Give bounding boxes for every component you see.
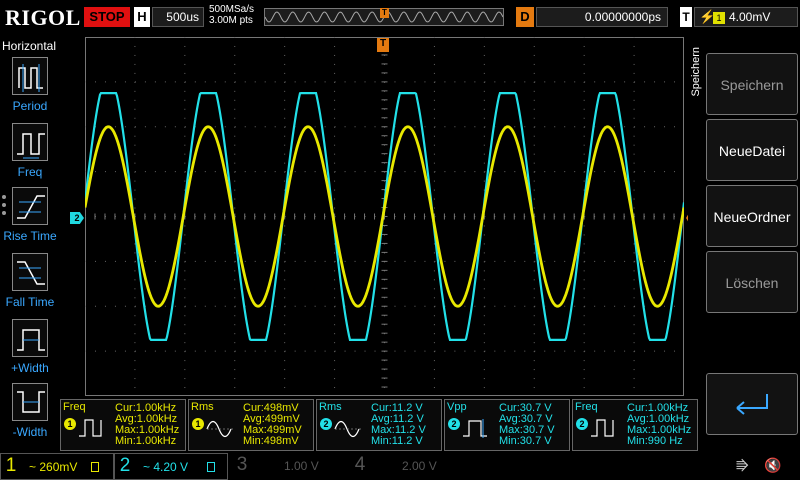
trigger-position-marker[interactable]: T: [377, 38, 389, 52]
channel-badge: 2: [576, 418, 588, 430]
vpp-icon: [463, 419, 487, 438]
measurement-name: Vpp: [447, 401, 467, 413]
measure-rise-time-button[interactable]: Rise Time: [0, 187, 60, 249]
trigger-level: 4.00mV: [729, 10, 771, 24]
measurement-name: Freq: [63, 401, 86, 413]
measurement-name: Rms: [319, 401, 342, 413]
sample-rate: 500MSa/s: [209, 4, 255, 15]
channel-badge: 1: [64, 418, 76, 430]
rms-icon: [206, 420, 235, 438]
channel-status-bar: 1 ~ 260mV 2 ~ 4.20 V 3 1.00 V 4 2.00 V ⭆…: [0, 453, 800, 480]
memory-depth: 3.00M pts: [209, 15, 253, 26]
measurement-min: Min:498mV: [243, 435, 299, 447]
channel-4-status[interactable]: 4 2.00 V: [350, 453, 464, 480]
positive-width-label: +Width: [11, 361, 49, 375]
negative-width-icon: [12, 383, 48, 421]
bandwidth-limit-icon: [91, 462, 99, 472]
fall-time-label: Fall Time: [5, 295, 55, 309]
channel-scale: 2.00 V: [402, 459, 437, 473]
negative-width-label: -Width: [12, 425, 48, 439]
channel-scale: ~ 4.20 V: [143, 460, 189, 474]
usb-icon: ⭆: [736, 458, 749, 474]
measurement-ch2-vpp[interactable]: Vpp 2 Cur:30.7 V Avg:30.7 V Max:30.7 V M…: [444, 399, 570, 451]
waveform-display[interactable]: [85, 37, 684, 396]
measurement-ch1-freq[interactable]: Freq 1 Cur:1.00kHz Avg:1.00kHz Max:1.00k…: [60, 399, 186, 451]
delete-button[interactable]: Löschen: [706, 251, 798, 313]
channel-scale: 1.00 V: [284, 459, 319, 473]
new-folder-button[interactable]: NeueOrdner: [706, 185, 798, 247]
enter-button[interactable]: [706, 373, 798, 435]
measure-period-button[interactable]: Period: [0, 57, 60, 119]
frequency-icon: [12, 123, 48, 161]
channel-scale: ~ 260mV: [29, 460, 78, 474]
channel-number: 4: [354, 454, 366, 475]
run-stop-indicator[interactable]: STOP: [84, 7, 130, 27]
measure-freq-button[interactable]: Freq: [0, 123, 60, 185]
measurement-readouts: Freq 1 Cur:1.00kHz Avg:1.00kHz Max:1.00k…: [60, 397, 700, 452]
measurement-ch2-rms[interactable]: Rms 2 Cur:11.2 V Avg:11.2 V Max:11.2 V M…: [316, 399, 442, 451]
channel-2-status[interactable]: 2 ~ 4.20 V: [114, 453, 228, 480]
measure-negative-width-button[interactable]: -Width: [0, 383, 60, 445]
rise-time-label: Rise Time: [3, 229, 57, 243]
channel-3-status[interactable]: 3 1.00 V: [232, 453, 346, 480]
measure-positive-width-button[interactable]: +Width: [0, 319, 60, 381]
channel-2-offset-marker[interactable]: 2: [70, 212, 84, 224]
measurement-ch2-freq[interactable]: Freq 2 Cur:1.00kHz Avg:1.00kHz Max:1.00k…: [572, 399, 698, 451]
save-menu-title: Speichern: [690, 47, 702, 97]
horizontal-label: H: [134, 7, 150, 27]
speaker-mute-icon[interactable]: 🔇: [764, 457, 781, 474]
top-status-bar: RIGOL STOP H 500us 500MSa/s 3.00M pts T …: [0, 0, 800, 36]
trigger-source-badge: 1: [713, 11, 725, 24]
channel-badge: 2: [448, 418, 460, 430]
channel-2-waveform: [85, 91, 684, 341]
measurement-min: Min:990 Hz: [627, 435, 683, 447]
enter-return-icon: [736, 394, 768, 415]
period-label: Period: [12, 99, 48, 113]
fall-time-icon: [12, 253, 48, 291]
rigol-logo: RIGOL: [5, 5, 81, 30]
channel-number: 3: [236, 454, 248, 475]
save-menu: Speichern Speichern NeueDatei NeueOrdner…: [688, 37, 800, 450]
channel-1-status[interactable]: 1 ~ 260mV: [0, 453, 114, 480]
channel-badge: 2: [320, 418, 332, 430]
measurement-min: Min:30.7 V: [499, 435, 552, 447]
measurement-min: Min:1.00kHz: [115, 435, 177, 447]
channel-number: 2: [119, 455, 131, 476]
measurement-name: Rms: [191, 401, 214, 413]
save-button[interactable]: Speichern: [706, 53, 798, 115]
delay-value[interactable]: 0.00000000ps: [536, 7, 668, 27]
channel-number: 1: [5, 455, 17, 476]
waveform-traces: [85, 91, 684, 341]
frequency-icon: [79, 419, 102, 437]
period-icon: [12, 57, 48, 95]
measurement-ch1-rms[interactable]: Rms 1 Cur:498mV Avg:499mV Max:499mV Min:…: [188, 399, 314, 451]
memory-trigger-marker: T: [380, 8, 389, 18]
acquisition-info: 500MSa/s 3.00M pts: [209, 4, 254, 26]
trigger-label: T: [680, 7, 692, 27]
positive-width-icon: [12, 319, 48, 357]
rise-time-icon: [12, 187, 48, 225]
new-file-button[interactable]: NeueDatei: [706, 119, 798, 181]
measurement-name: Freq: [575, 401, 598, 413]
measurement-min: Min:11.2 V: [371, 435, 423, 447]
measure-menu-title: Horizontal: [2, 39, 57, 53]
channel-badge: 1: [192, 418, 204, 430]
measure-fall-time-button[interactable]: Fall Time: [0, 253, 60, 315]
trigger-settings[interactable]: ⚡1 4.00mV: [694, 7, 798, 27]
freq-label: Freq: [17, 165, 43, 179]
frequency-icon: [591, 419, 614, 437]
measure-menu: Horizontal Period Freq Rise Time Fall Ti…: [0, 37, 60, 450]
rising-edge-icon: ⚡: [699, 9, 716, 24]
bandwidth-limit-icon: [207, 462, 215, 472]
timebase-value[interactable]: 500us: [152, 7, 204, 27]
rms-icon: [334, 420, 363, 438]
delay-label: D: [516, 7, 534, 27]
